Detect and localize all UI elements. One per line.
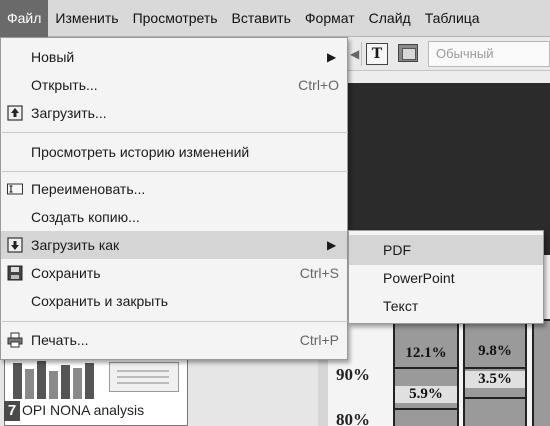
rename-icon [7, 183, 23, 195]
menu-item-label: Новый [31, 49, 75, 65]
submenu-item-powerpoint[interactable]: PowerPoint [349, 263, 543, 293]
menu-table[interactable]: Таблица [418, 0, 487, 37]
submenu-item-text[interactable]: Текст [349, 291, 543, 321]
menu-view[interactable]: Просмотреть [126, 0, 225, 37]
bar-2-top-label: 9.8% [478, 343, 512, 359]
menu-separator [2, 132, 348, 133]
menu-item-label: Загрузить... [31, 105, 107, 121]
menu-edit[interactable]: Изменить [48, 0, 125, 37]
thumb-bar [61, 365, 70, 399]
bar-1-bottom-label: 5.9% [395, 386, 457, 403]
menu-item-label: Загрузить как [31, 237, 120, 253]
text-box-icon[interactable]: T [366, 43, 388, 65]
menu-separator [2, 321, 348, 322]
submenu-item-label: Текст [383, 298, 419, 314]
submenu-arrow-icon: ▶ [327, 238, 337, 252]
menu-item-label: Печать... [31, 332, 89, 348]
menu-item-upload[interactable]: Загрузить... [1, 99, 347, 127]
menu-item-open[interactable]: Открыть... Ctrl+O [1, 71, 347, 99]
insert-image-icon[interactable] [398, 44, 418, 62]
submenu-item-pdf[interactable]: PDF [349, 235, 543, 265]
download-icon [7, 237, 23, 253]
submenu-arrow-icon: ▶ [327, 50, 337, 64]
submenu-item-label: PDF [383, 242, 411, 258]
menu-item-rename[interactable]: Переименовать... [1, 175, 347, 203]
menu-item-label: Сохранить и закрыть [31, 293, 169, 309]
bar-2-divider [463, 367, 527, 369]
menu-item-save[interactable]: Сохранить Ctrl+S [1, 259, 347, 287]
menu-item-label: Создать копию... [31, 209, 140, 225]
menu-item-download-as[interactable]: Загрузить как ▶ [1, 231, 347, 259]
file-menu: Новый ▶ Открыть... Ctrl+O Загрузить... П… [0, 37, 348, 360]
save-icon [7, 265, 23, 281]
submenu-item-label: PowerPoint [383, 270, 455, 286]
slide-number-badge: 7 [4, 401, 20, 421]
menu-slide[interactable]: Слайд [362, 0, 418, 37]
style-select[interactable]: Обычный [428, 41, 550, 67]
menu-bar: Файл Изменить Просмотреть Вставить Форма… [0, 0, 550, 37]
shortcut-label: Ctrl+S [299, 265, 339, 281]
menu-item-new[interactable]: Новый ▶ [1, 43, 347, 71]
y-tick-90: 90% [336, 365, 370, 384]
thumb-legend-lines [117, 370, 169, 372]
menu-separator [2, 171, 348, 172]
bar-2-bottom-label: 3.5% [465, 371, 525, 388]
thumb-bar [37, 361, 46, 399]
thumb-bar [13, 363, 22, 399]
menu-item-save-and-close[interactable]: Сохранить и закрыть [1, 287, 347, 315]
menu-item-make-copy[interactable]: Создать копию... [1, 203, 347, 231]
menu-item-print[interactable]: Печать... Ctrl+P [1, 326, 347, 354]
thumb-bar [73, 368, 82, 399]
slide-caption: OPI NONA analysis [22, 402, 145, 418]
menu-item-label: Открыть... [31, 77, 98, 93]
menu-insert[interactable]: Вставить [225, 0, 298, 37]
chart-bar-3 [532, 319, 550, 426]
menu-item-label: Переименовать... [31, 181, 146, 197]
bar-1-divider [393, 367, 459, 369]
download-as-submenu: PDF PowerPoint Текст [348, 230, 544, 324]
thumb-bar [49, 371, 58, 399]
menu-item-history[interactable]: Просмотреть историю изменений [1, 138, 347, 166]
toolbar-divider [361, 42, 362, 66]
menu-item-label: Сохранить [31, 265, 101, 281]
menu-item-label: Просмотреть историю изменений [31, 144, 250, 160]
menu-format[interactable]: Формат [298, 0, 362, 37]
thumb-bar [85, 363, 94, 399]
y-tick-80: 80% [336, 410, 370, 426]
bar-1-top-label: 12.1% [405, 345, 447, 361]
thumb-bar [25, 369, 34, 399]
bar-2-divider-2 [463, 397, 527, 399]
toolbar-arrow-icon[interactable]: ◀ [350, 47, 359, 61]
shortcut-label: Ctrl+P [299, 332, 339, 348]
thumb-legend [109, 362, 179, 392]
shortcut-label: Ctrl+O [298, 77, 339, 93]
upload-icon [7, 105, 23, 121]
menu-file[interactable]: Файл [0, 0, 49, 37]
printer-icon [7, 332, 23, 348]
bar-1-divider-2 [393, 408, 459, 410]
